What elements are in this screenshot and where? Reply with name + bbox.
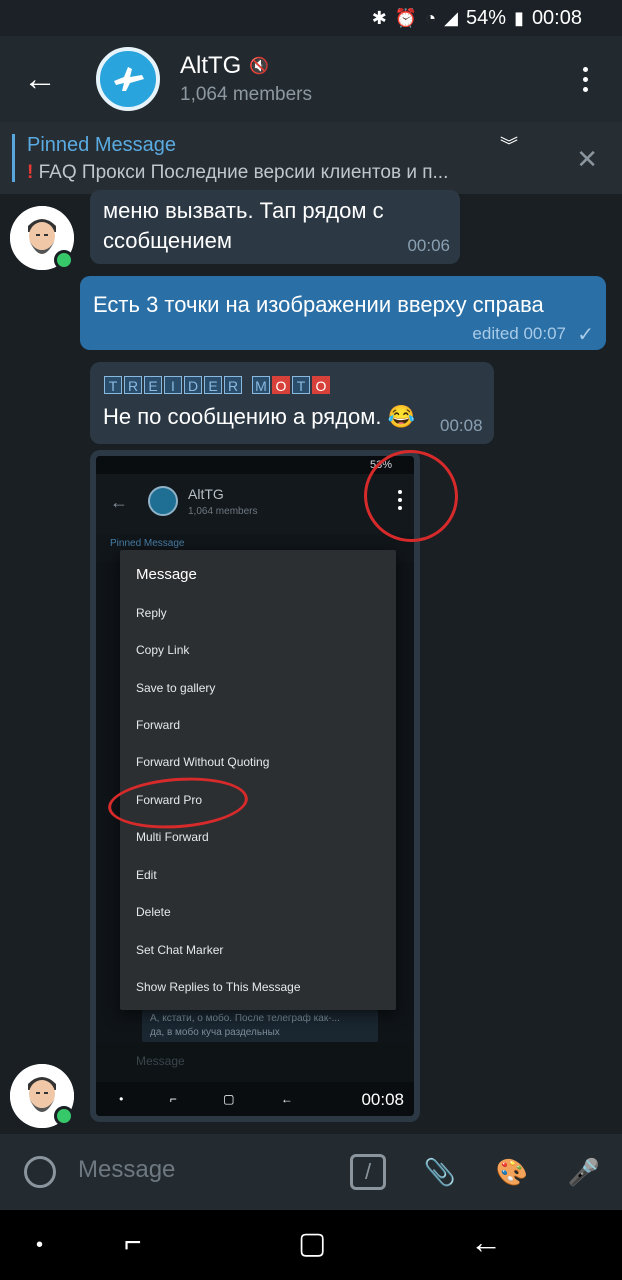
pinned-indicator xyxy=(12,134,15,182)
menu-item: Save to gallery xyxy=(136,681,216,695)
pinned-text: ! FAQ Прокси Последние версии клиентов и… xyxy=(27,162,547,184)
exclamation-icon: ! xyxy=(27,162,34,183)
message-text: меню вызвать. Тап рядом с ссобщением xyxy=(103,198,384,253)
message-input[interactable]: Message xyxy=(78,1156,175,1184)
message-text: Не по сообщению а рядом. 😂 xyxy=(103,404,416,429)
back-button[interactable]: ← xyxy=(0,36,80,122)
paint-icon[interactable]: 🎨 xyxy=(494,1154,530,1190)
sender-name[interactable]: TREIDER MOTO xyxy=(104,376,330,394)
battery-icon: ▮ xyxy=(514,7,524,28)
screenshot-back-icon: ← xyxy=(110,492,128,512)
menu-title: Message xyxy=(136,566,197,583)
muted-icon: 🔇 xyxy=(249,58,270,75)
online-indicator xyxy=(54,250,74,270)
checkmark-icon: ✓ xyxy=(577,324,594,346)
message-time: 00:06 xyxy=(407,236,450,255)
message-composer: Message / 📎 🎨 🎤 xyxy=(0,1134,622,1210)
more-options-button[interactable] xyxy=(570,64,600,94)
microphone-icon[interactable]: 🎤 xyxy=(566,1154,602,1190)
menu-item: Show Replies to This Message xyxy=(136,980,301,994)
message-bubble[interactable]: меню вызвать. Тап рядом с ссобщением 00:… xyxy=(90,190,460,264)
wifi-icon: ◔ xyxy=(425,7,437,28)
close-icon[interactable]: ✕ xyxy=(576,144,598,175)
menu-item: Delete xyxy=(136,905,171,919)
system-nav-bar: • ⌐ ▢ ← xyxy=(0,1210,622,1280)
signal-icon: ◢ xyxy=(444,7,458,28)
screenshot-members: 1,064 members xyxy=(188,506,258,517)
alarm-icon: ⏰ xyxy=(394,7,418,28)
message-bubble[interactable]: TREIDER MOTO Не по сообщению а рядом. 😂 … xyxy=(90,362,494,444)
message-bubble-outgoing[interactable]: Есть 3 точки на изображении вверху справ… xyxy=(80,276,606,350)
menu-item: Copy Link xyxy=(136,643,190,657)
message-text: Есть 3 точки на изображении вверху справ… xyxy=(93,292,544,317)
bluetooth-icon: ✱ xyxy=(371,7,387,28)
recents-icon[interactable]: ⌐ xyxy=(124,1226,142,1260)
menu-item: Set Chat Marker xyxy=(136,943,224,957)
attached-screenshot[interactable]: 53% ← AltTG 1,064 members Pinned Message… xyxy=(96,456,414,1116)
group-avatar[interactable] xyxy=(96,47,160,111)
screenshot-status-bar: 53% xyxy=(96,456,414,474)
screenshot-title: AltTG xyxy=(188,486,224,502)
emoji-icon[interactable] xyxy=(24,1156,56,1188)
chat-header: ← AltTG 🔇 1,064 members xyxy=(0,36,622,122)
pinned-preview: Прокси Последние версии клиентов и п... xyxy=(81,162,449,183)
status-bar: ✱ ⏰ ◔ ◢ 54% ▮ 00:08 xyxy=(0,0,622,36)
back-nav-icon[interactable]: ← xyxy=(470,1224,502,1261)
menu-item: Edit xyxy=(136,868,157,882)
battery-level: 54% xyxy=(466,6,507,29)
screenshot-reply: А, кстати, о мобо. После телеграф как-..… xyxy=(142,1008,378,1044)
attach-icon[interactable]: 📎 xyxy=(422,1154,458,1190)
jet-icon xyxy=(114,67,144,91)
pinned-label: Pinned Message xyxy=(27,134,176,156)
online-indicator xyxy=(54,1106,74,1126)
photo-time: 00:08 xyxy=(361,1090,404,1109)
chevron-down-icon[interactable]: ︾ xyxy=(500,132,518,158)
menu-item: Reply xyxy=(136,606,167,620)
menu-item: Forward Without Quoting xyxy=(136,755,270,769)
member-count: 1,064 members xyxy=(180,84,313,105)
screenshot-input: Message xyxy=(96,1042,414,1082)
chat-title[interactable]: AltTG xyxy=(180,52,241,80)
menu-item: Multi Forward xyxy=(136,830,209,844)
message-time: edited 00:07 xyxy=(472,324,566,343)
home-icon[interactable]: ▢ xyxy=(298,1226,326,1261)
pinned-faq: FAQ xyxy=(38,162,77,183)
pinned-message-bar[interactable]: Pinned Message ! FAQ Прокси Последние ве… xyxy=(0,122,622,194)
clock: 00:08 xyxy=(531,6,582,29)
message-list[interactable]: меню вызвать. Тап рядом с ссобщением 00:… xyxy=(0,190,622,1134)
menu-item: Forward xyxy=(136,718,181,732)
bot-commands-icon[interactable]: / xyxy=(350,1154,386,1190)
screenshot-avatar xyxy=(148,486,178,516)
dot-icon[interactable]: • xyxy=(36,1234,43,1257)
message-time: 00:08 xyxy=(440,416,483,435)
